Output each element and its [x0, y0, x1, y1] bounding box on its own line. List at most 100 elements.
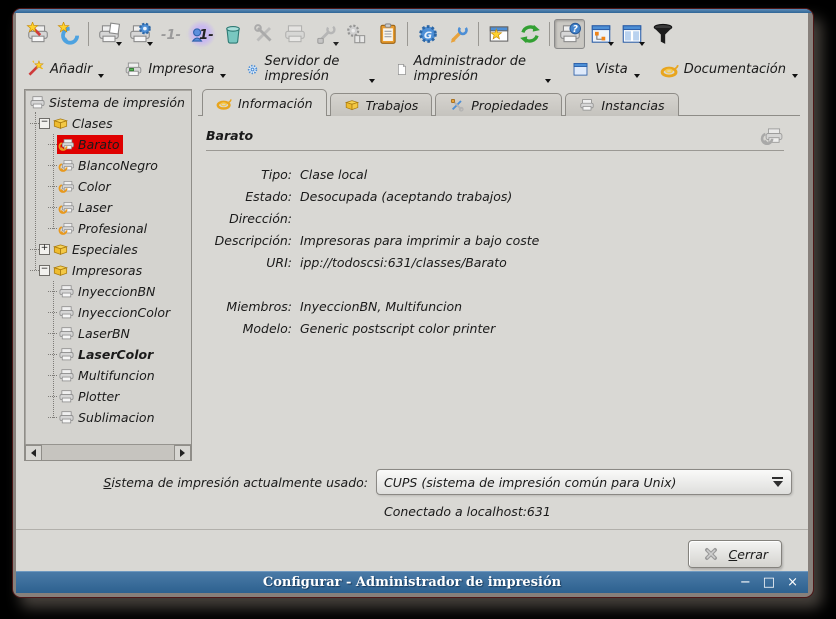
tree-item-clases[interactable]: − Clases [25, 113, 191, 134]
combo-dropdown-arrow-icon[interactable] [771, 477, 784, 487]
tree-item-inyeccionbn[interactable]: InyeccionBN [25, 281, 191, 302]
configure-button[interactable] [248, 19, 279, 49]
print-system-label: Sistema de impresión actualmente usado: [103, 475, 368, 490]
tree-horizontal-scrollbar[interactable] [25, 444, 191, 460]
set-local-default-button[interactable] [155, 19, 186, 49]
tree-item-icon [58, 199, 75, 216]
tree-expander[interactable]: + [39, 244, 50, 255]
refresh-button[interactable] [514, 19, 545, 49]
maintenance-button[interactable] [310, 19, 341, 49]
job-report-button[interactable] [372, 19, 403, 49]
info-field-label: Miembros: [206, 299, 292, 314]
tree-item-body[interactable]: Sistema de impresión [28, 93, 188, 112]
tab-trabajos[interactable]: Trabajos [330, 93, 433, 116]
server-settings-button[interactable] [412, 19, 443, 49]
tab-informacion[interactable]: Información [202, 89, 327, 116]
tree-item-multifuncion[interactable]: Multifuncion [25, 365, 191, 386]
tree-item-barato[interactable]: Barato [25, 134, 191, 155]
tree-item-label: Multifuncion [78, 368, 155, 383]
toolbar-button-icon [487, 22, 511, 46]
tree-item-impresoras[interactable]: − Impresoras [25, 260, 191, 281]
print-system-select[interactable]: CUPS (sistema de impresión común para Un… [376, 469, 792, 495]
tree-item-body[interactable]: LaserBN [57, 324, 133, 343]
tree-item-sublimacion[interactable]: Sublimacion [25, 407, 191, 428]
tree-item-body[interactable]: BlancoNegro [57, 156, 161, 175]
tree-branch-line [30, 270, 39, 271]
minimize-button[interactable]: − [740, 576, 751, 589]
tree-item-body[interactable]: Profesional [57, 219, 150, 238]
driver-settings-button[interactable] [341, 19, 372, 49]
info-field-label: Descripción: [206, 233, 292, 248]
scroll-left-button[interactable] [25, 445, 42, 461]
tree-item-body[interactable]: Impresoras [51, 261, 145, 280]
menu-anadir[interactable]: Añadir [26, 60, 104, 79]
menu-impresora[interactable]: Impresora [124, 60, 226, 79]
menu-servidor-impresion[interactable]: Servidor de impresión [246, 54, 375, 84]
toolbar-separator[interactable] [84, 20, 93, 48]
tree-item-lasercolor[interactable]: LaserColor [25, 344, 191, 365]
window-bottom-frame [13, 593, 813, 597]
print-system-label-rest: istema de impresión actualmente usado: [111, 475, 368, 490]
tree-item-body[interactable]: Laser [57, 198, 115, 217]
tree-item-plotter[interactable]: Plotter [25, 386, 191, 407]
tab-propiedades[interactable]: Propiedades [435, 93, 562, 116]
tab-label: Información [238, 96, 313, 111]
add-class-wizard-button[interactable] [53, 19, 84, 49]
toolbar-separator[interactable] [545, 20, 554, 48]
tree-item-body[interactable]: Multifuncion [57, 366, 158, 385]
scroll-right-button[interactable] [174, 445, 191, 461]
tree-item-label: LaserColor [78, 347, 153, 362]
info-field-row: Miembros: InyeccionBN, Multifuncion [206, 295, 784, 317]
maximize-button[interactable]: □ [763, 576, 775, 589]
add-printer-wizard-button[interactable] [22, 19, 53, 49]
window-close-button[interactable]: × [787, 576, 798, 589]
tree-item-blanconegro[interactable]: BlancoNegro [25, 155, 191, 176]
window-titlebar[interactable]: Configurar - Administrador de impresión … [16, 571, 808, 593]
tree-item-laserbn[interactable]: LaserBN [25, 323, 191, 344]
manager-settings-button[interactable] [443, 19, 474, 49]
tree-item-body[interactable]: Especiales [51, 240, 141, 259]
enable-printer-button[interactable] [279, 19, 310, 49]
menu-vista[interactable]: Vista [571, 60, 639, 79]
tree-item-inyeccioncolor[interactable]: InyeccionColor [25, 302, 191, 323]
tree-item-sistema-de-impresion[interactable]: Sistema de impresión [25, 92, 191, 113]
tree-expander[interactable]: − [39, 265, 50, 276]
tree-item-body[interactable]: Barato [57, 135, 123, 154]
close-button[interactable]: Cerrar [688, 540, 782, 568]
tree-item-body[interactable]: Sublimacion [57, 408, 158, 427]
menu-documentacion[interactable]: Documentación [660, 60, 798, 79]
tree-item-body[interactable]: LaserColor [57, 345, 156, 364]
tree-item-label: BlancoNegro [78, 158, 158, 173]
printer-settings-button[interactable] [124, 19, 155, 49]
toolbar-separator[interactable] [474, 20, 483, 48]
orientation-button[interactable] [616, 19, 647, 49]
special-printer-wizard-button[interactable] [483, 19, 514, 49]
print-test-page-button[interactable] [93, 19, 124, 49]
view-mode-button[interactable] [585, 19, 616, 49]
tree-item-especiales[interactable]: + Especiales [25, 239, 191, 260]
menu-caret-icon [220, 74, 226, 78]
tree-item-profesional[interactable]: Profesional [25, 218, 191, 239]
tree-item-body[interactable]: Clases [51, 114, 116, 133]
tab-instancias[interactable]: Instancias [565, 93, 678, 116]
tree-item-body[interactable]: Color [57, 177, 114, 196]
tree-expander[interactable]: − [39, 118, 50, 129]
close-label-rest: errar [737, 547, 768, 562]
tree-item-body[interactable]: InyeccionColor [57, 303, 173, 322]
tree-item-color[interactable]: Color [25, 176, 191, 197]
tree-item-laser[interactable]: Laser [25, 197, 191, 218]
tree-item-body[interactable]: Plotter [57, 387, 122, 406]
remove-button[interactable] [217, 19, 248, 49]
toolbar-button-icon [447, 22, 471, 46]
toolbar-button-icon [159, 22, 183, 46]
set-user-default-button[interactable] [186, 19, 217, 49]
toolbar-button-icon [376, 22, 400, 46]
toolbar-separator[interactable] [403, 20, 412, 48]
toolbar-button-icon [314, 22, 338, 46]
scroll-right-arrow-icon [180, 449, 185, 457]
tree-item-body[interactable]: InyeccionBN [57, 282, 158, 301]
filter-button[interactable] [647, 19, 678, 49]
tree-item-label: Plotter [78, 389, 119, 404]
printer-info-toggle-button[interactable] [554, 19, 585, 49]
menu-administrador-impresion[interactable]: Administrador de impresión [395, 54, 551, 84]
